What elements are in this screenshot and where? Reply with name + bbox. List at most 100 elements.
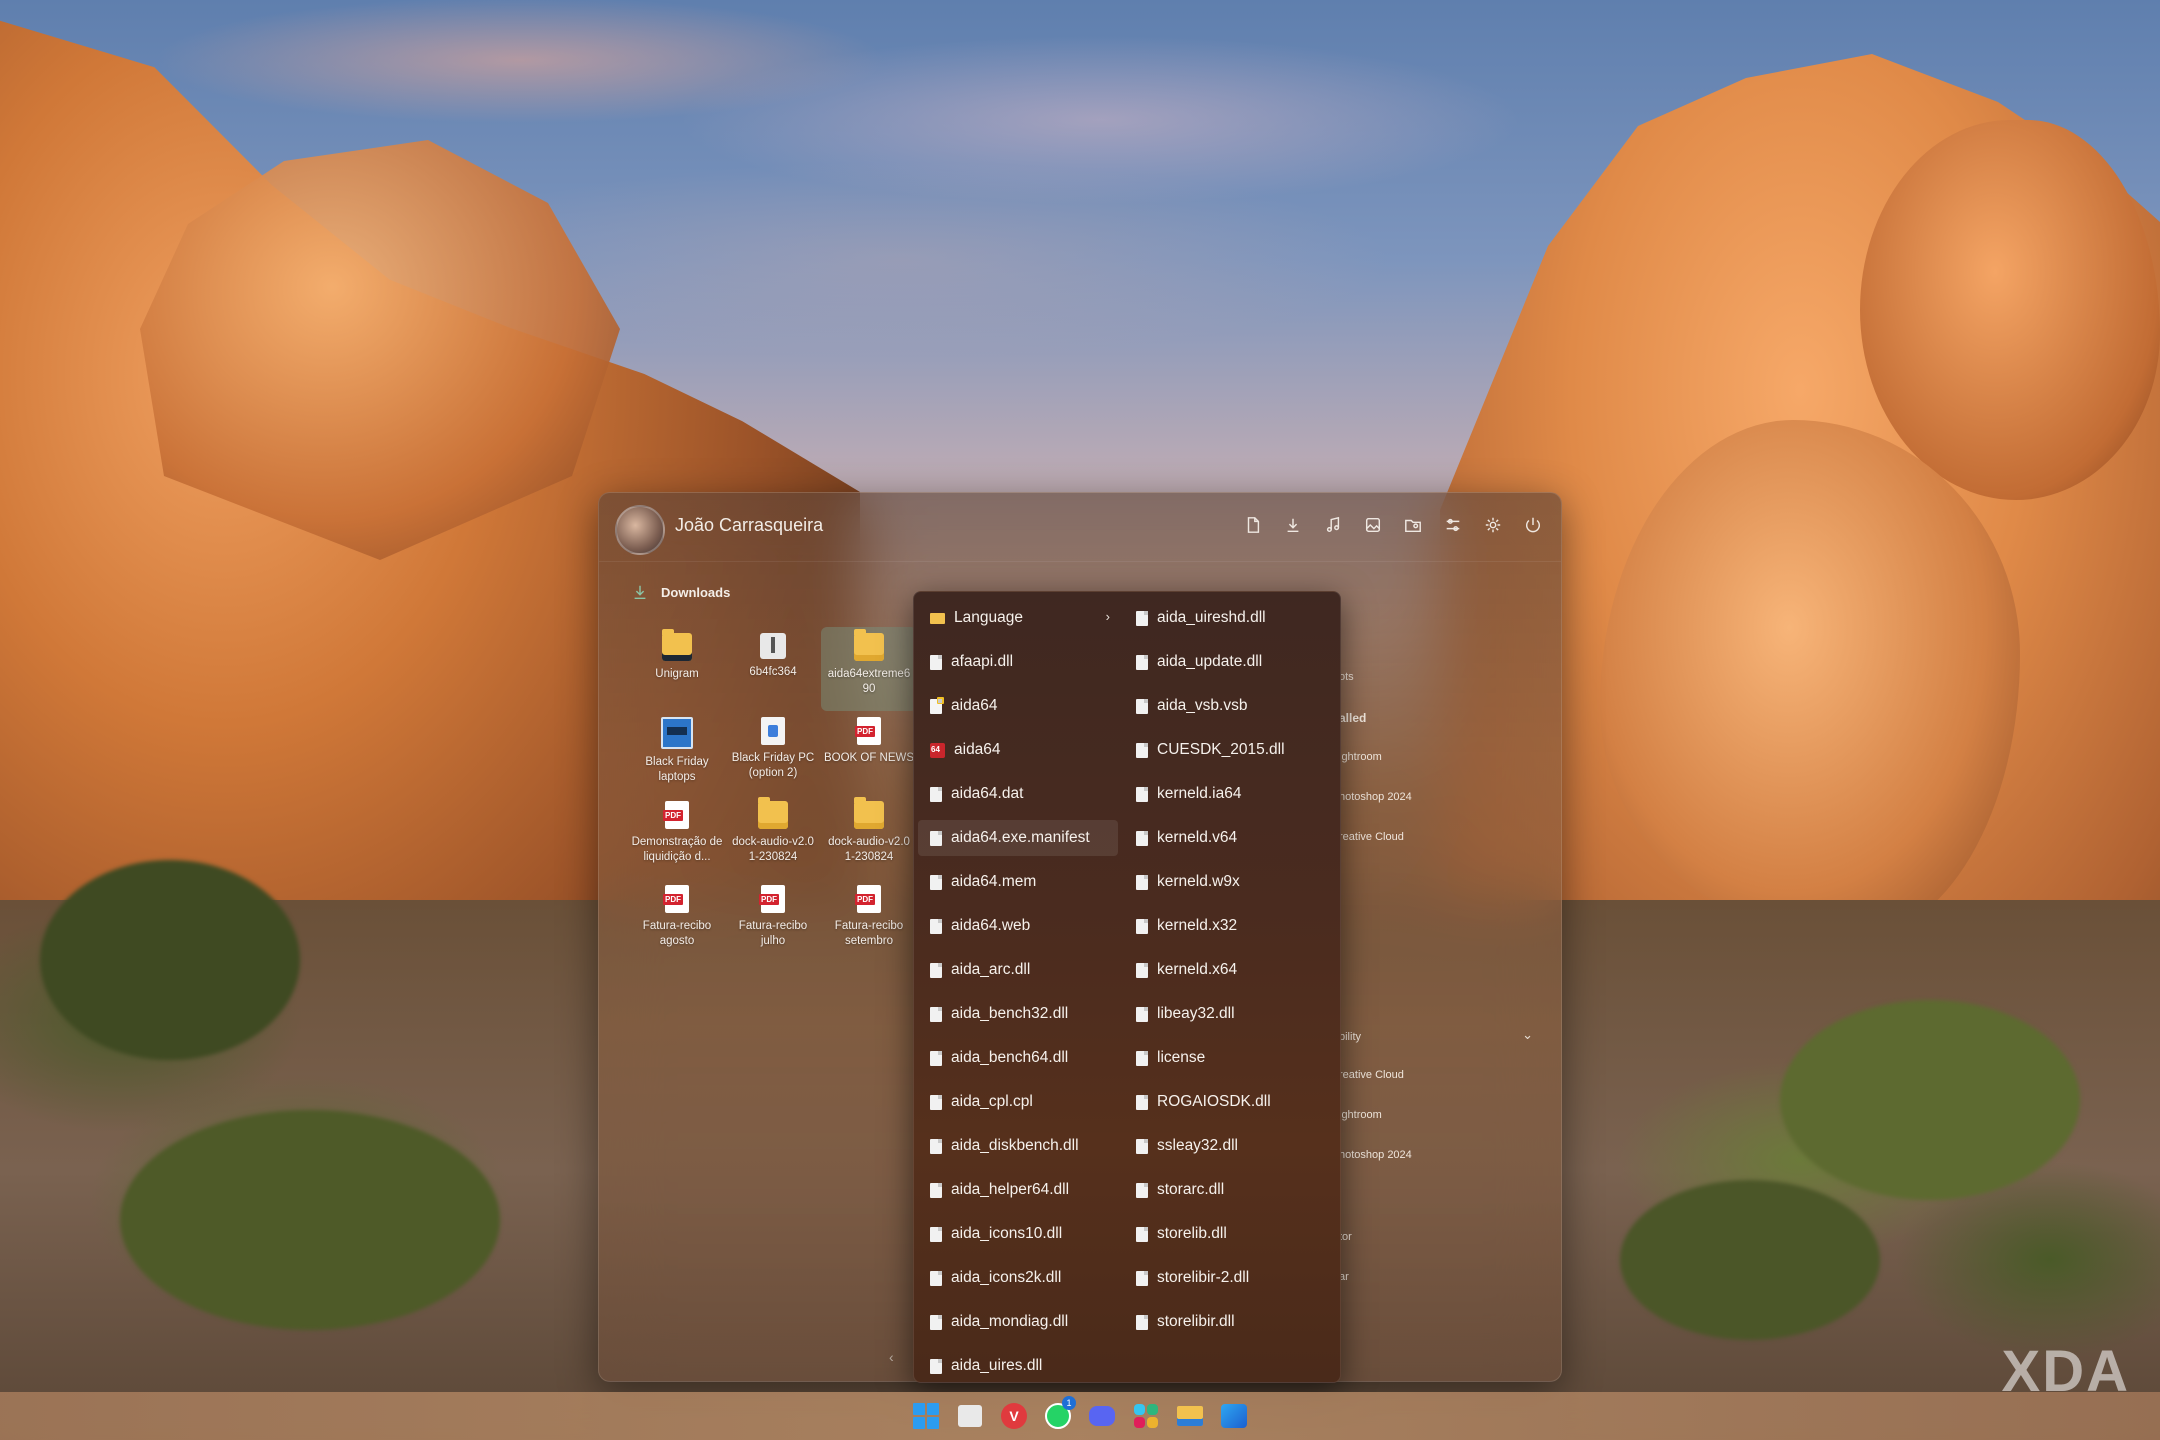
flyout-folder-item[interactable]: Language ›	[918, 600, 1118, 636]
flyout-file-item[interactable]: aida64	[918, 688, 1118, 724]
flyout-file-item[interactable]: aida_helper64.dll	[918, 1172, 1118, 1208]
file-icon	[1136, 1094, 1148, 1110]
flyout-file-item[interactable]: aida64.dat	[918, 776, 1118, 812]
pinned-app-label[interactable]: reative Cloud	[1339, 1069, 1404, 1081]
downloads-grid: Unigram 6b4fc364 aida64extreme6 90 Black Fr…	[629, 627, 929, 963]
file-icon	[930, 1270, 942, 1286]
file-icon	[1136, 1138, 1148, 1154]
file-icon	[1136, 1226, 1148, 1242]
flyout-file-item[interactable]: kerneld.ia64	[1124, 776, 1324, 812]
pinned-app-label[interactable]: ightroom	[1339, 1109, 1382, 1121]
pinned-app-label[interactable]: ightroom	[1339, 751, 1382, 763]
discord-icon[interactable]	[1086, 1400, 1118, 1432]
download-item[interactable]: PDF Fatura-recibo julho	[725, 879, 821, 963]
file-icon	[1136, 1314, 1148, 1330]
flyout-file-item[interactable]: ssleay32.dll	[1124, 1128, 1324, 1164]
file-icon	[930, 1094, 942, 1110]
flyout-file-item[interactable]: storelibir-2.dll	[1124, 1260, 1324, 1296]
flyout-item-label: aida_bench32.dll	[951, 1005, 1069, 1022]
flyout-file-item[interactable]: aida_cpl.cpl	[918, 1084, 1118, 1120]
user-name[interactable]: João Carrasqueira	[675, 515, 823, 536]
download-item-label: Black Friday laptops	[645, 756, 709, 783]
vivaldi-icon[interactable]: V	[998, 1400, 1030, 1432]
downloads-icon[interactable]	[1279, 511, 1307, 539]
flyout-file-item[interactable]: kerneld.x32	[1124, 908, 1324, 944]
flyout-item-label: aida_vsb.vsb	[1157, 697, 1248, 714]
flyout-item-label: aida_icons2k.dll	[951, 1269, 1062, 1286]
microsoft-store-icon[interactable]	[954, 1400, 986, 1432]
shrub	[1780, 1000, 2080, 1200]
file-icon	[1136, 1270, 1148, 1286]
flyout-file-item[interactable]: aida_bench32.dll	[918, 996, 1118, 1032]
flyout-file-item[interactable]: storarc.dll	[1124, 1172, 1324, 1208]
download-item[interactable]: PDF Demonstração de liquidição d...	[629, 795, 725, 879]
download-item-label: dock-audio-v2.0 1-230824	[732, 836, 814, 863]
flyout-file-item[interactable]: aida64.mem	[918, 864, 1118, 900]
flyout-file-item[interactable]: 64 aida64	[918, 732, 1118, 768]
flyout-file-item[interactable]: aida_vsb.vsb	[1124, 688, 1324, 724]
whatsapp-icon[interactable]: 1	[1042, 1396, 1076, 1432]
flyout-file-item[interactable]: aida_diskbench.dll	[918, 1128, 1118, 1164]
download-item[interactable]: PDF Fatura-recibo agosto	[629, 879, 725, 963]
flyout-item-label: afaapi.dll	[951, 653, 1014, 670]
flyout-file-item[interactable]: aida_icons2k.dll	[918, 1260, 1118, 1296]
file-explorer-icon[interactable]	[1174, 1400, 1206, 1432]
flyout-file-item[interactable]: storelib.dll	[1124, 1216, 1324, 1252]
pinned-app-label[interactable]: alled	[1339, 711, 1366, 725]
flyout-item-label: aida64.dat	[951, 785, 1024, 802]
pdf-icon: PDF	[855, 885, 881, 913]
flyout-file-item[interactable]: ROGAIOSDK.dll	[1124, 1084, 1324, 1120]
flyout-item-label: Language	[954, 609, 1023, 626]
image-file-icon	[661, 717, 693, 749]
avatar[interactable]	[615, 505, 665, 555]
pinned-app-label[interactable]: hotoshop 2024	[1339, 791, 1412, 803]
pinned-app-label[interactable]: bility	[1339, 1031, 1361, 1043]
flyout-file-item[interactable]: afaapi.dll	[918, 644, 1118, 680]
flyout-item-label: aida_bench64.dll	[951, 1049, 1069, 1066]
folder-contents-flyout: Language › afaapi.dll aida64 64 aida64 aida64.…	[913, 591, 1341, 1383]
flyout-item-label: license	[1157, 1049, 1206, 1066]
download-item[interactable]: dock-audio-v2.0 1-230824	[821, 795, 917, 879]
pinned-app-label[interactable]: reative Cloud	[1339, 831, 1404, 843]
flyout-file-item[interactable]: CUESDK_2015.dll	[1124, 732, 1324, 768]
chevron-left-icon[interactable]: ‹	[889, 1349, 894, 1365]
slack-icon[interactable]	[1130, 1400, 1162, 1432]
flyout-file-item[interactable]: aida_icons10.dll	[918, 1216, 1118, 1252]
file-icon	[930, 1314, 942, 1330]
flyout-file-item[interactable]: aida_bench64.dll	[918, 1040, 1118, 1076]
file-icon	[1136, 1182, 1148, 1198]
download-item[interactable]: aida64extreme6 90	[821, 627, 917, 711]
flyout-file-item[interactable]: kerneld.w9x	[1124, 864, 1324, 900]
flyout-item-label: aida_diskbench.dll	[951, 1137, 1079, 1154]
download-item[interactable]: Black Friday laptops	[629, 711, 725, 795]
download-item[interactable]: dock-audio-v2.0 1-230824	[725, 795, 821, 879]
flyout-file-item[interactable]: kerneld.x64	[1124, 952, 1324, 988]
flyout-file-item[interactable]: license	[1124, 1040, 1324, 1076]
flyout-item-label: storelibir-2.dll	[1157, 1269, 1250, 1286]
file-icon	[1136, 830, 1148, 846]
flyout-file-item[interactable]: aida_uireshd.dll	[1124, 600, 1324, 636]
downloads-section-header[interactable]: Downloads	[631, 583, 730, 601]
aida64-shortcut-icon	[930, 696, 944, 714]
download-item[interactable]: PDF BOOK OF NEWS	[821, 711, 917, 795]
download-item[interactable]: Unigram	[629, 627, 725, 711]
download-item[interactable]: Black Friday PC (option 2)	[725, 711, 821, 795]
flyout-file-item[interactable]: aida_arc.dll	[918, 952, 1118, 988]
paint-icon[interactable]	[1218, 1400, 1250, 1432]
documents-icon[interactable]	[1239, 511, 1267, 539]
flyout-file-item[interactable]: aida_mondiag.dll	[918, 1304, 1118, 1340]
pinned-app-label[interactable]: hotoshop 2024	[1339, 1149, 1412, 1161]
chevron-down-icon[interactable]: ⌄	[1522, 1027, 1533, 1043]
folder-icon	[930, 612, 945, 624]
flyout-file-item[interactable]: aida64.exe.manifest	[918, 820, 1118, 856]
download-item[interactable]: PDF Fatura-recibo setembro	[821, 879, 917, 963]
flyout-file-item[interactable]: aida_update.dll	[1124, 644, 1324, 680]
flyout-file-item[interactable]: kerneld.v64	[1124, 820, 1324, 856]
windows-start-icon[interactable]	[910, 1400, 942, 1432]
flyout-file-item[interactable]: storelibir.dll	[1124, 1304, 1324, 1340]
download-item[interactable]: 6b4fc364	[725, 627, 821, 711]
flyout-file-item[interactable]: aida64.web	[918, 908, 1118, 944]
flyout-file-item[interactable]: libeay32.dll	[1124, 996, 1324, 1032]
pinned-app-label[interactable]: ots	[1339, 671, 1354, 683]
flyout-file-item[interactable]: aida_uires.dll	[918, 1348, 1118, 1382]
